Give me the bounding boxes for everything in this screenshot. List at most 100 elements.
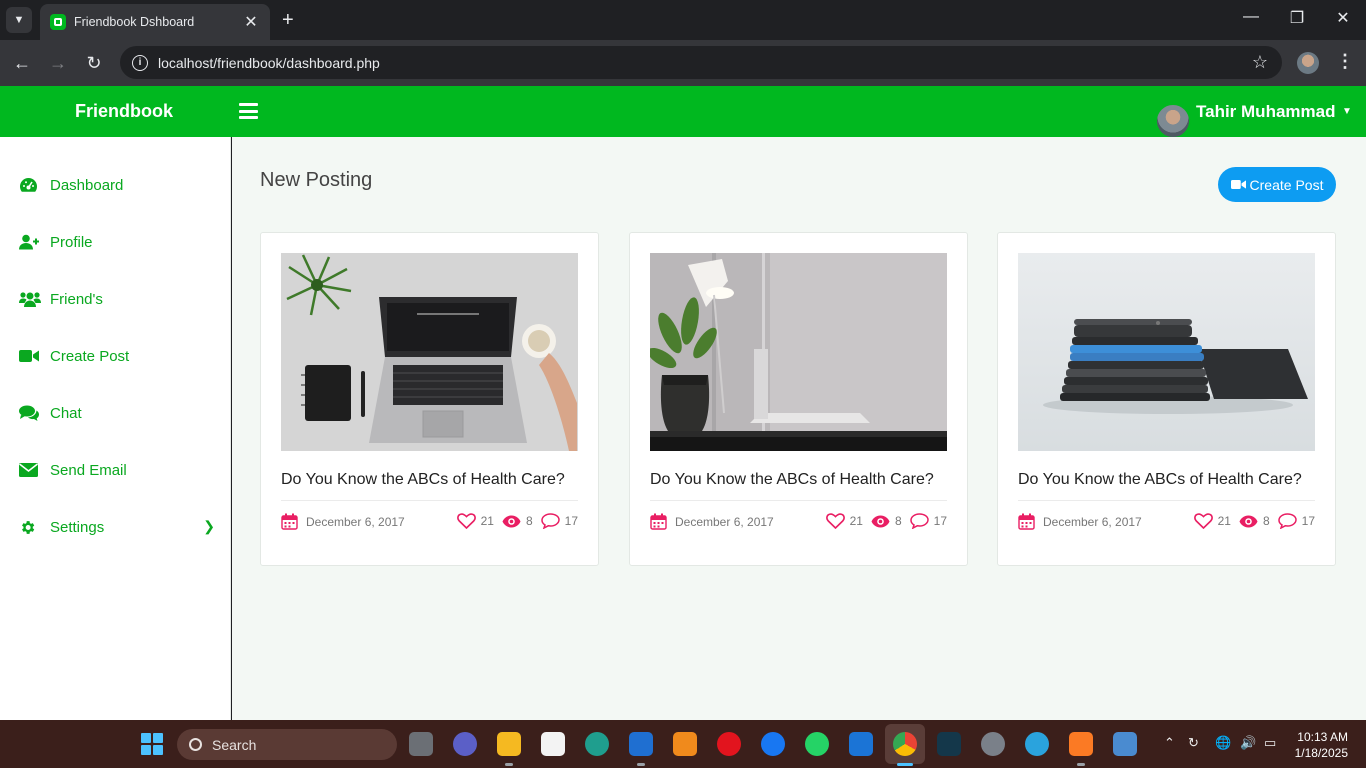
reload-button[interactable]: ↻ <box>82 52 106 74</box>
tab-close-icon[interactable]: ✕ <box>242 12 260 32</box>
app-icon[interactable] <box>1113 732 1137 756</box>
post-date: December 6, 2017 <box>1018 513 1142 530</box>
calendar-icon <box>1018 513 1035 530</box>
app-header: Friendbook Tahir Muhammad ▼ <box>0 86 1366 139</box>
sidebar: Dashboard Profile Friend's Create Post C… <box>0 137 231 720</box>
telegram-icon[interactable] <box>1025 732 1049 756</box>
sidebar-item-friends[interactable]: Friend's <box>19 287 219 311</box>
comments-count: 17 <box>1301 514 1315 528</box>
post-card[interactable]: Do You Know the ABCs of Health Care? Dec… <box>997 232 1336 566</box>
views-stat[interactable]: 8 <box>871 514 902 528</box>
file-explorer-icon[interactable] <box>497 732 521 756</box>
restore-button[interactable]: ❐ <box>1282 8 1312 28</box>
users-icon <box>19 287 50 311</box>
envelope-icon <box>19 458 50 482</box>
post-title[interactable]: Do You Know the ABCs of Health Care? <box>1018 471 1302 489</box>
brand-logo[interactable]: Friendbook <box>75 101 173 122</box>
sidebar-item-dashboard[interactable]: Dashboard <box>19 173 219 197</box>
sidebar-item-label: Profile <box>50 233 93 251</box>
user-name[interactable]: Tahir Muhammad <box>1196 102 1335 122</box>
settings-icon[interactable] <box>981 732 1005 756</box>
volume-icon[interactable]: 🔊 <box>1240 735 1256 751</box>
clock-time: 10:13 AM <box>1297 730 1348 744</box>
caret-down-icon[interactable]: ▼ <box>1342 106 1352 117</box>
sidebar-item-label: Send Email <box>50 461 127 479</box>
sidebar-item-send-email[interactable]: Send Email <box>19 458 219 482</box>
vscode-icon[interactable] <box>629 732 653 756</box>
clock-date: 1/18/2025 <box>1294 746 1348 760</box>
edge-icon[interactable] <box>585 732 609 756</box>
search-icon <box>189 738 202 751</box>
post-card[interactable]: Do You Know the ABCs of Health Care? Dec… <box>260 232 599 566</box>
browser-menu-icon[interactable]: ⋮ <box>1336 51 1354 72</box>
post-title[interactable]: Do You Know the ABCs of Health Care? <box>650 471 934 489</box>
user-avatar[interactable] <box>1155 103 1191 139</box>
opera-icon[interactable] <box>717 732 741 756</box>
likes-stat[interactable]: 21 <box>1193 513 1231 529</box>
likes-stat[interactable]: 21 <box>825 513 863 529</box>
taskbar-search-box[interactable]: Search <box>177 729 397 760</box>
post-image[interactable] <box>281 253 578 451</box>
forward-button[interactable]: → <box>46 52 70 74</box>
globe-icon[interactable]: 🌐 <box>1215 735 1231 751</box>
browser-profile-avatar[interactable] <box>1297 52 1319 74</box>
eye-icon <box>1239 515 1258 527</box>
gear-icon <box>19 515 50 539</box>
user-plus-icon <box>19 230 50 254</box>
xampp-icon[interactable] <box>1069 732 1093 756</box>
sidebar-item-create-post[interactable]: Create Post <box>19 344 219 368</box>
comments-stat[interactable]: 17 <box>1277 513 1315 529</box>
eye-icon <box>871 515 890 527</box>
chevron-up-icon[interactable]: ⌃ <box>1164 735 1175 751</box>
sidebar-item-label: Settings <box>50 518 105 536</box>
system-clock[interactable]: 10:13 AM 1/18/2025 <box>1294 729 1348 761</box>
menu-toggle-icon[interactable] <box>239 103 258 119</box>
battery-icon[interactable]: ▭ <box>1264 735 1276 751</box>
post-date-text: December 6, 2017 <box>675 514 774 529</box>
bookmark-star-icon[interactable]: ☆ <box>1252 52 1268 73</box>
comments-stat[interactable]: 17 <box>540 513 578 529</box>
close-window-button[interactable]: ✕ <box>1328 8 1358 28</box>
microsoft-store-icon[interactable] <box>541 732 565 756</box>
views-stat[interactable]: 8 <box>1239 514 1270 528</box>
browser-tab-bar: ▼ Friendbook Dshboard ✕ + — ❐ ✕ <box>0 0 1366 40</box>
views-stat[interactable]: 8 <box>502 514 533 528</box>
windows-start-icon[interactable] <box>141 733 163 755</box>
post-stats: 21 8 17 <box>449 513 578 529</box>
post-image[interactable] <box>1018 253 1315 451</box>
minimize-button[interactable]: — <box>1236 8 1266 26</box>
task-view-icon[interactable] <box>409 732 433 756</box>
likes-stat[interactable]: 21 <box>456 513 494 529</box>
comments-icon <box>19 401 50 425</box>
app-icon[interactable] <box>937 732 961 756</box>
whatsapp-icon[interactable] <box>805 732 829 756</box>
address-bar[interactable]: i localhost/friendbook/dashboard.php ☆ <box>120 46 1282 79</box>
calendar-icon <box>650 513 667 530</box>
windows-security-icon[interactable] <box>849 732 873 756</box>
video-icon <box>1230 180 1246 189</box>
comments-stat[interactable]: 17 <box>909 513 947 529</box>
sync-icon[interactable]: ↻ <box>1188 735 1199 751</box>
site-info-icon[interactable]: i <box>132 54 148 71</box>
back-button[interactable]: ← <box>10 52 34 74</box>
teams-icon[interactable] <box>453 732 477 756</box>
card-divider <box>1018 500 1315 501</box>
tab-search-button[interactable]: ▼ <box>6 7 32 33</box>
new-tab-button[interactable]: + <box>282 8 294 32</box>
browser-tab-active[interactable]: Friendbook Dshboard ✕ <box>40 4 270 40</box>
sidebar-item-profile[interactable]: Profile <box>19 230 219 254</box>
create-post-button[interactable]: Create Post <box>1218 167 1336 202</box>
facebook-icon[interactable] <box>761 732 785 756</box>
comment-icon <box>909 513 929 529</box>
post-title[interactable]: Do You Know the ABCs of Health Care? <box>281 471 565 489</box>
post-image[interactable] <box>650 253 947 451</box>
chrome-icon[interactable] <box>893 732 917 756</box>
sublime-text-icon[interactable] <box>673 732 697 756</box>
post-card[interactable]: Do You Know the ABCs of Health Care? Dec… <box>629 232 968 566</box>
running-indicator <box>1077 763 1085 766</box>
sidebar-item-label: Dashboard <box>50 176 124 194</box>
comments-count: 17 <box>564 514 578 528</box>
sidebar-item-chat[interactable]: Chat <box>19 401 219 425</box>
sidebar-item-label: Friend's <box>50 290 103 308</box>
sidebar-item-settings[interactable]: Settings ❯ <box>19 515 219 539</box>
